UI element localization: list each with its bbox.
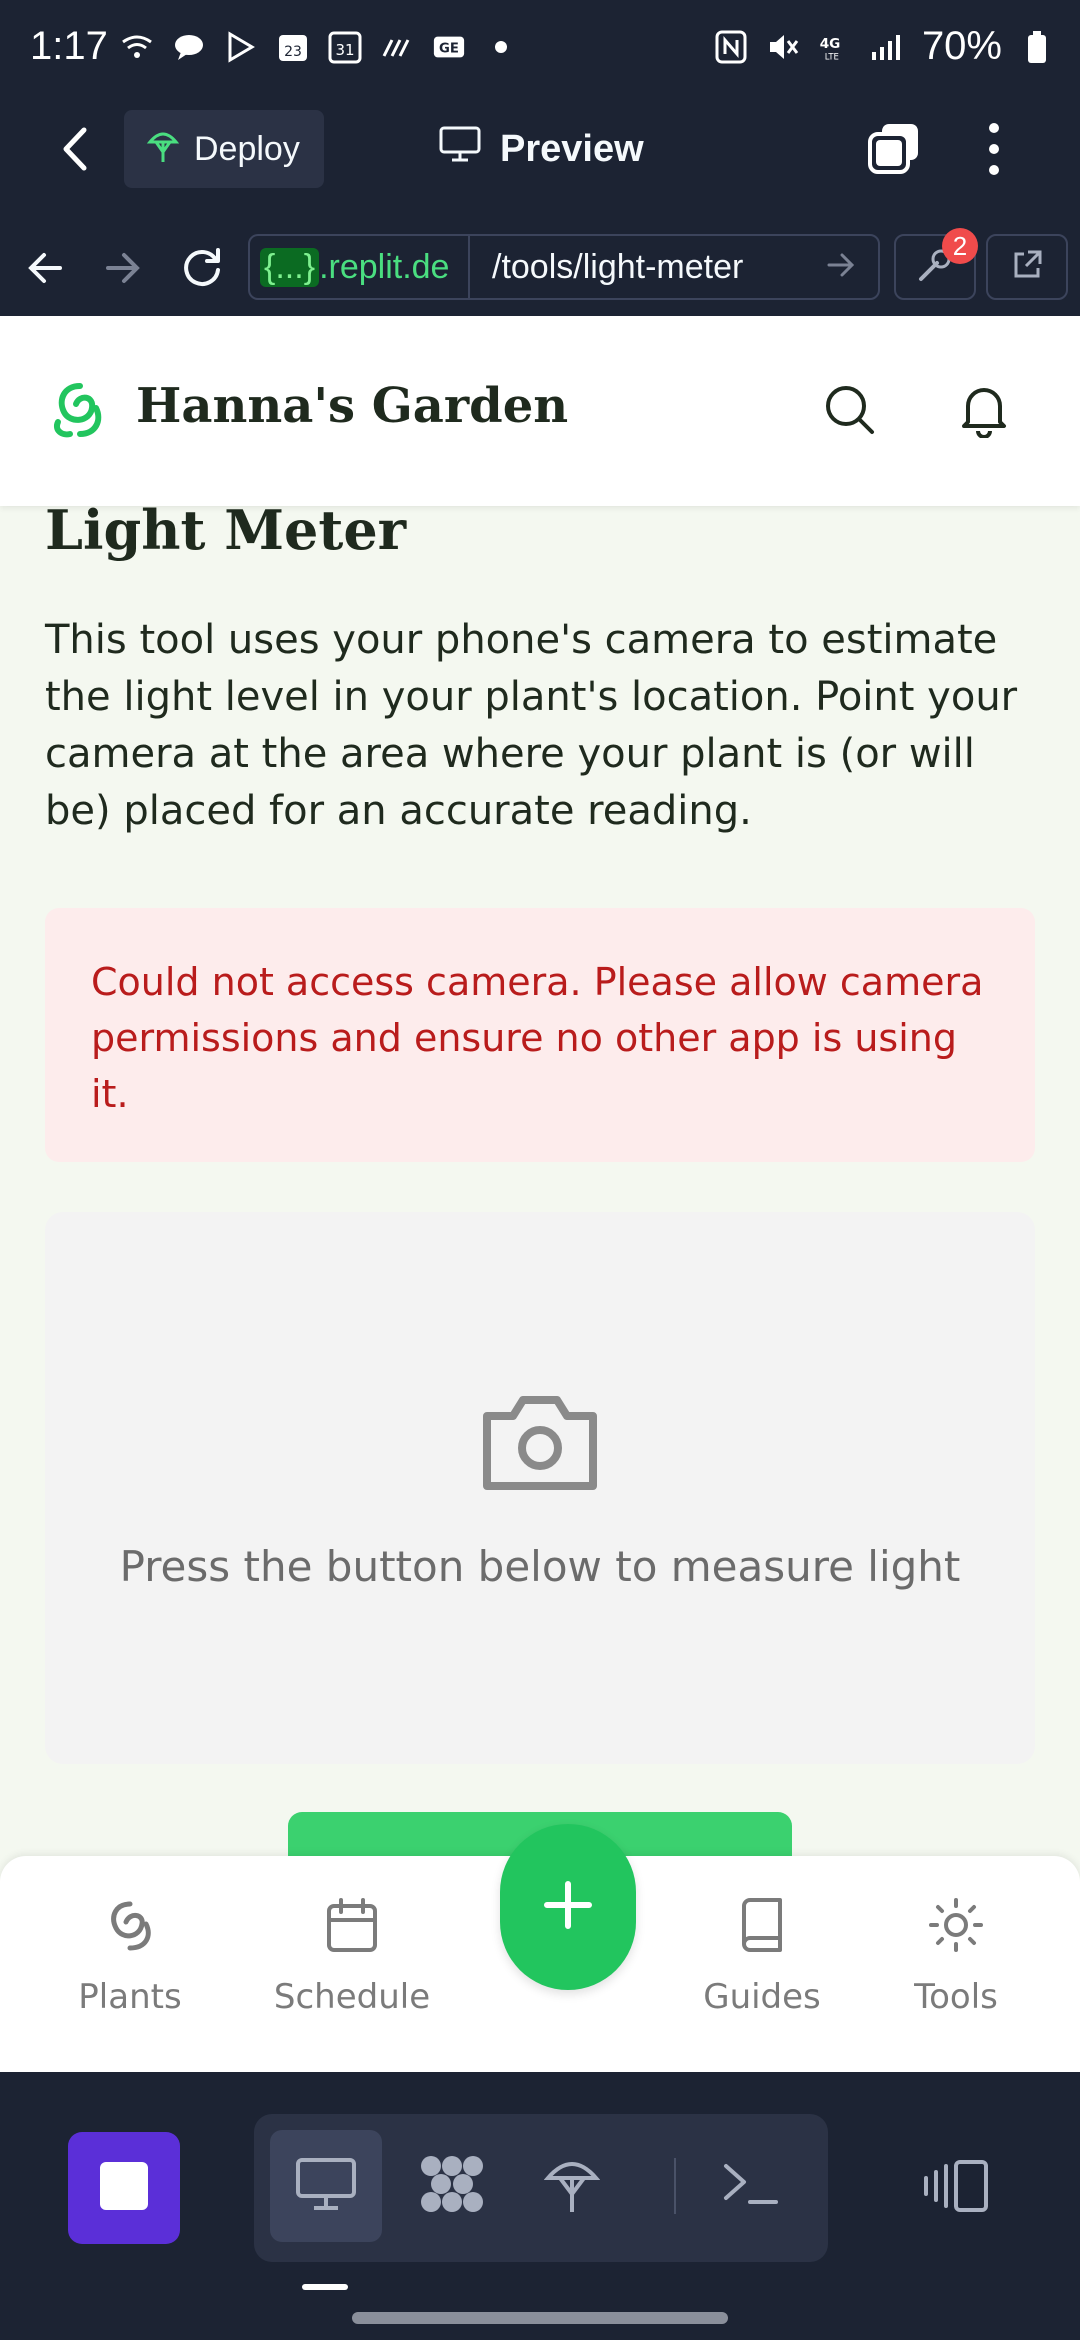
calendar-31-icon: 31 bbox=[328, 30, 362, 64]
battery-icon bbox=[1020, 30, 1054, 64]
back-chevron-icon[interactable] bbox=[58, 126, 92, 177]
deploy-button[interactable]: Deploy bbox=[124, 110, 324, 188]
dock-tab-deploy[interactable] bbox=[516, 2130, 628, 2242]
open-external-button[interactable] bbox=[986, 234, 1068, 300]
search-icon[interactable] bbox=[822, 382, 878, 443]
terminal-icon bbox=[720, 2158, 780, 2215]
reload-icon[interactable] bbox=[180, 246, 224, 295]
site-title[interactable]: Hanna's Garden bbox=[136, 378, 568, 434]
url-bar: {...} .replit.de /tools/light-meter 2 bbox=[0, 220, 1080, 316]
monitor-icon bbox=[294, 2156, 358, 2217]
camera-icon bbox=[477, 1392, 603, 1499]
lte-icon: 4G LTE bbox=[818, 30, 852, 64]
replit-toolbar: Deploy Preview bbox=[0, 100, 1080, 220]
dock-tab-preview[interactable] bbox=[270, 2130, 382, 2242]
mute-icon bbox=[766, 30, 800, 64]
sun-icon bbox=[925, 1896, 987, 1963]
deploy-label: Deploy bbox=[194, 129, 300, 168]
battery-percent: 70% bbox=[921, 24, 1002, 68]
status-bar: 1:17 23 31 GE 4G LTE 70% bbox=[0, 0, 1080, 100]
chat-bubble-icon bbox=[172, 30, 206, 64]
page-title: Light Meter bbox=[45, 498, 407, 562]
deploy-icon bbox=[146, 126, 180, 173]
devtools-button[interactable]: 2 bbox=[894, 228, 978, 300]
url-host: {...} .replit.de bbox=[250, 236, 470, 298]
calendar-icon bbox=[324, 1896, 380, 1963]
svg-text:GE: GE bbox=[439, 42, 459, 57]
fitness-icon bbox=[380, 30, 414, 64]
camera-preview-area: Press the button below to measure light bbox=[45, 1212, 1035, 1764]
status-notification-icons: 23 31 GE bbox=[120, 30, 518, 64]
nav-label-plants: Plants bbox=[78, 1977, 182, 2017]
nav-item-tools[interactable]: Tools bbox=[856, 1896, 1056, 2017]
preview-label: Preview bbox=[500, 127, 644, 170]
home-indicator[interactable] bbox=[352, 2312, 728, 2324]
stop-run-button[interactable] bbox=[68, 2132, 180, 2244]
svg-text:31: 31 bbox=[335, 41, 354, 59]
status-system-icons: 4G LTE 70% bbox=[714, 24, 1054, 69]
site-header: Hanna's Garden bbox=[0, 316, 1080, 506]
intro-text: This tool uses your phone's camera to es… bbox=[45, 617, 1018, 834]
external-link-icon bbox=[1010, 248, 1044, 287]
url-host-suffix: .replit.de bbox=[319, 247, 450, 286]
wifi-calling-icon bbox=[120, 30, 154, 64]
camera-error-text: Could not access camera. Please allow ca… bbox=[91, 960, 984, 1116]
camera-error-alert: Could not access camera. Please allow ca… bbox=[45, 908, 1035, 1162]
go-arrow-icon[interactable] bbox=[826, 250, 878, 285]
dock-tab-group bbox=[254, 2114, 828, 2262]
nav-item-guides[interactable]: Guides bbox=[662, 1896, 862, 2017]
play-store-icon bbox=[224, 30, 258, 64]
more-vertical-icon[interactable] bbox=[980, 122, 1008, 181]
dock-tab-packages[interactable] bbox=[396, 2130, 508, 2242]
plus-icon bbox=[543, 1880, 593, 1935]
book-icon bbox=[734, 1896, 790, 1963]
packages-icon bbox=[417, 2152, 487, 2221]
nav-item-plants[interactable]: Plants bbox=[30, 1896, 230, 2017]
url-input[interactable]: {...} .replit.de /tools/light-meter bbox=[248, 234, 880, 300]
svg-text:LTE: LTE bbox=[825, 52, 839, 62]
deploy-icon bbox=[543, 2152, 601, 2221]
tabs-switcher-icon[interactable] bbox=[866, 120, 922, 181]
add-plant-fab[interactable] bbox=[500, 1824, 636, 1990]
url-path: /tools/light-meter bbox=[492, 247, 744, 286]
browser-back-icon[interactable] bbox=[26, 250, 64, 291]
nav-label-schedule: Schedule bbox=[273, 1977, 431, 2017]
bell-icon[interactable] bbox=[958, 380, 1010, 443]
layout-toggle-icon[interactable] bbox=[922, 2158, 990, 2219]
status-time: 1:17 bbox=[30, 24, 108, 68]
web-preview: Hanna's Garden Light Meter This tool use… bbox=[0, 316, 1080, 2072]
svg-text:4G: 4G bbox=[820, 35, 841, 51]
plant-icon bbox=[102, 1896, 158, 1963]
svg-text:23: 23 bbox=[284, 44, 302, 60]
signal-icon bbox=[870, 30, 904, 64]
nav-label-tools: Tools bbox=[914, 1977, 998, 2017]
nav-label-guides: Guides bbox=[703, 1977, 821, 2017]
news-icon: GE bbox=[432, 30, 466, 64]
devtools-badge: 2 bbox=[942, 228, 978, 264]
replit-dock bbox=[0, 2072, 1080, 2340]
nav-item-schedule[interactable]: Schedule bbox=[252, 1896, 452, 2017]
preview-tab[interactable]: Preview bbox=[438, 118, 644, 180]
dock-tab-shell[interactable] bbox=[694, 2130, 806, 2242]
browser-forward-icon[interactable] bbox=[104, 250, 142, 291]
camera-placeholder-text: Press the button below to measure light bbox=[119, 1542, 961, 1591]
url-host-tag: {...} bbox=[260, 247, 320, 287]
stop-icon bbox=[98, 2160, 150, 2217]
dock-divider bbox=[674, 2158, 676, 2214]
more-notifications-dot-icon bbox=[484, 30, 518, 64]
calendar-23-icon: 23 bbox=[276, 30, 310, 64]
nfc-icon bbox=[714, 30, 748, 64]
site-logo-icon[interactable] bbox=[50, 378, 110, 447]
monitor-icon bbox=[438, 125, 482, 173]
active-tab-indicator bbox=[302, 2284, 348, 2290]
